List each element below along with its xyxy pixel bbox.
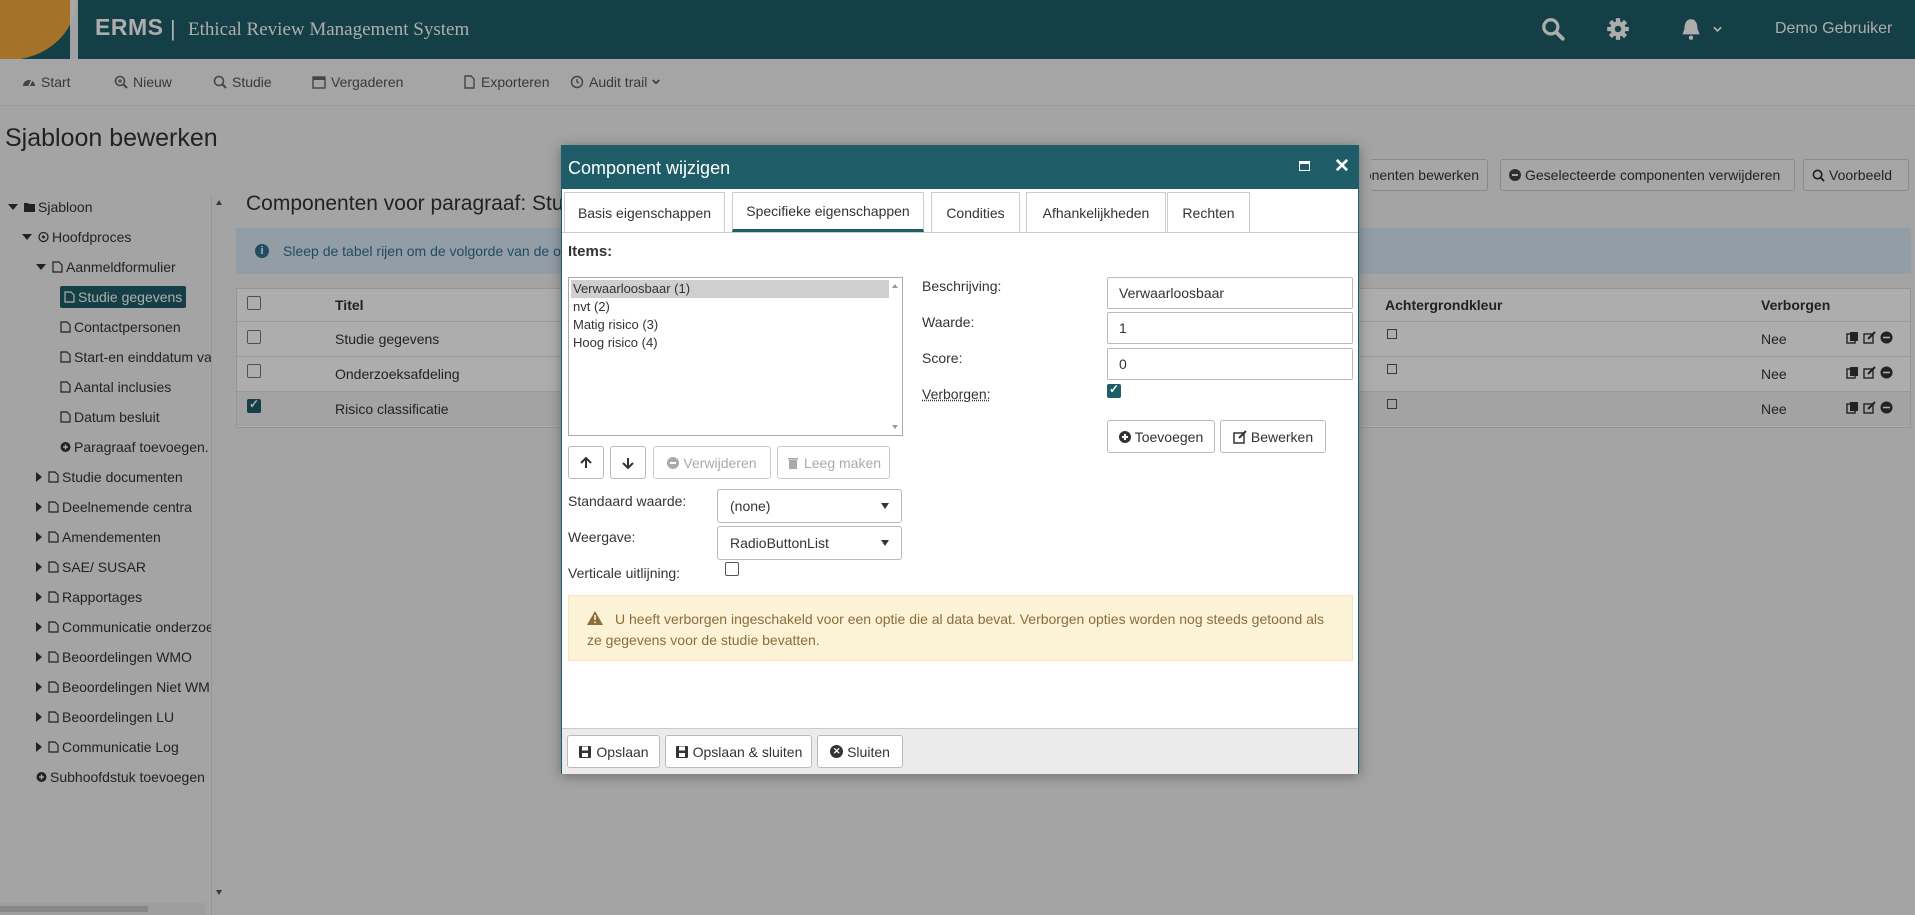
save-and-close-label: Opslaan & sluiten [692, 743, 803, 760]
items-listbox[interactable]: Verwaarloosbaar (1) nvt (2) Matig risico… [568, 277, 903, 436]
list-item[interactable]: Matig risico (3) [571, 316, 889, 334]
delete-item-label: Verwijderen [683, 454, 757, 471]
tab-label: Afhankelijkheden [1042, 204, 1150, 221]
component-edit-dialog: Component wijzigen ✕ Basis eigenschappen… [561, 145, 1359, 774]
save-label: Opslaan [596, 743, 649, 760]
verborgen-checkbox[interactable] [1107, 382, 1121, 398]
move-down-button[interactable] [610, 446, 646, 479]
tab-label: Rechten [1182, 204, 1235, 221]
save-and-close-button[interactable]: Opslaan & sluiten [665, 735, 812, 768]
maximize-icon[interactable] [1299, 161, 1310, 171]
add-item-button[interactable]: Toevoegen [1107, 420, 1215, 453]
standaard-waarde-select[interactable]: (none) [717, 489, 902, 523]
arrow-up-icon [580, 456, 592, 468]
edit-item-label: Bewerken [1250, 428, 1314, 445]
delete-item-button[interactable]: Verwijderen [653, 446, 771, 479]
edit-item-button[interactable]: Bewerken [1220, 420, 1326, 453]
waarde-input[interactable]: 1 [1107, 312, 1353, 344]
save-icon [579, 745, 592, 758]
plus-circle-icon [1118, 430, 1131, 443]
beschrijving-label: Beschrijving: [922, 278, 1002, 294]
list-item[interactable]: Hoog risico (4) [571, 334, 889, 352]
dialog-title: Component wijzigen [568, 158, 731, 178]
close-label: Sluiten [847, 743, 890, 760]
close-circle-icon: ✕ [830, 745, 844, 758]
waarde-label: Waarde: [922, 314, 975, 330]
listbox-scrollbar[interactable] [888, 278, 902, 435]
hidden-option-warning: U heeft verborgen ingeschakeld voor een … [568, 595, 1353, 661]
dialog-header[interactable]: Component wijzigen ✕ [562, 146, 1358, 189]
tab-afhankelijkheden[interactable]: Afhankelijkheden [1026, 192, 1166, 232]
trash-icon [787, 457, 798, 469]
scroll-up-icon[interactable] [892, 284, 898, 288]
dialog-footer: Opslaan Opslaan & sluiten ✕ Sluiten [562, 728, 1358, 774]
move-up-button[interactable] [568, 446, 604, 479]
beschrijving-input[interactable]: Verwaarloosbaar [1107, 277, 1353, 309]
tab-label: Basis eigenschappen [577, 204, 712, 221]
score-input[interactable]: 0 [1107, 348, 1353, 380]
tab-label: Condities [946, 204, 1005, 221]
tab-basis-eigenschappen[interactable]: Basis eigenschappen [564, 192, 725, 232]
weergave-select[interactable]: RadioButtonList [717, 526, 902, 560]
close-button[interactable]: ✕ Sluiten [817, 735, 903, 768]
add-item-label: Toevoegen [1134, 428, 1204, 445]
edit-icon [1233, 429, 1247, 444]
verticale-uitlijning-checkbox[interactable] [725, 562, 739, 576]
tab-divider [562, 232, 1358, 233]
clear-list-label: Leeg maken [803, 454, 882, 471]
weergave-label: Weergave: [568, 529, 636, 545]
tab-rechten[interactable]: Rechten [1167, 192, 1250, 232]
list-item[interactable]: Verwaarloosbaar (1) [571, 280, 889, 298]
clear-list-button[interactable]: Leeg maken [777, 446, 890, 479]
items-heading: Items: [568, 243, 613, 260]
tab-condities[interactable]: Condities [931, 192, 1020, 232]
close-icon[interactable]: ✕ [1334, 155, 1350, 178]
verborgen-label: Verborgen: [922, 386, 991, 402]
list-item[interactable]: nvt (2) [571, 298, 889, 316]
tab-label: Specifieke eigenschappen [746, 203, 910, 219]
arrow-down-icon [622, 457, 634, 469]
score-label: Score: [922, 350, 963, 366]
scroll-down-icon[interactable] [892, 425, 898, 429]
minus-circle-icon [667, 456, 680, 469]
save-button[interactable]: Opslaan [567, 735, 660, 768]
tab-specifieke-eigenschappen[interactable]: Specifieke eigenschappen [732, 192, 924, 232]
verticale-uitlijning-label: Verticale uitlijning: [568, 565, 681, 581]
standaard-waarde-label: Standaard waarde: [568, 493, 687, 509]
warning-text: U heeft verborgen ingeschakeld voor een … [587, 611, 1325, 648]
save-icon [675, 745, 688, 758]
